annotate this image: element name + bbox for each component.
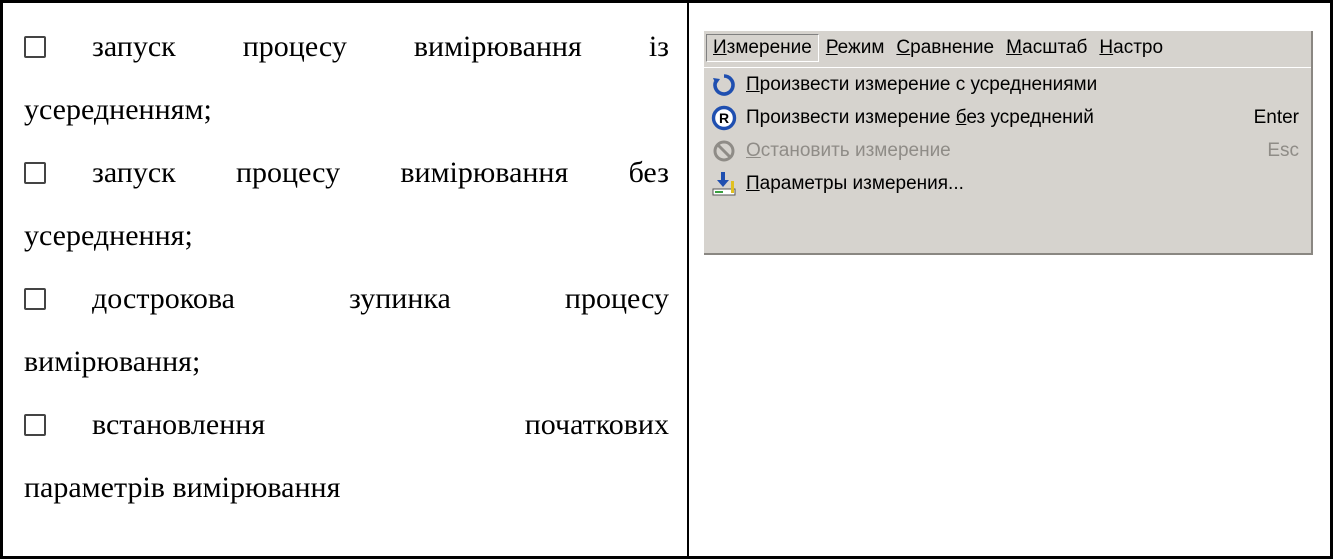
option-text: усереднення; — [24, 219, 193, 252]
option-text: зупинка — [349, 282, 451, 315]
answer-table: запуск процесу вимірювання із усередненн… — [0, 0, 1333, 559]
menu-screenshot-cell: Измерение Режим Сравнение Масштаб Настро… — [689, 3, 1330, 556]
menu-item-stop[interactable]: Остановить измерение Esc — [704, 134, 1311, 167]
menu-mode[interactable]: Режим — [821, 34, 890, 62]
checkbox[interactable] — [24, 162, 46, 184]
option-text: із — [648, 30, 669, 63]
option-no-average: запуск процесу вимірювання без усереднен… — [24, 151, 669, 258]
option-text: вимірювання — [413, 30, 582, 63]
option-parameters: встановлення початкових параметрів вимір… — [24, 403, 669, 510]
menu-screenshot: Измерение Режим Сравнение Масштаб Настро… — [704, 31, 1313, 255]
option-text: усередненням; — [24, 93, 212, 126]
option-text: встановлення — [92, 408, 266, 441]
option-text: без — [628, 156, 669, 189]
option-text: процесу — [564, 282, 669, 315]
menu-item-parameters[interactable]: Параметры измерения... — [704, 167, 1311, 200]
stop-icon — [710, 137, 738, 165]
checkbox[interactable] — [24, 36, 46, 58]
menu-item-measure-no-average[interactable]: R Произвести измерение без усреднений En… — [704, 101, 1311, 134]
parameters-icon — [710, 170, 738, 198]
option-text: початкових — [524, 408, 669, 441]
option-text: запуск — [92, 30, 176, 63]
measurement-dropdown: Произвести измерение с усреднениями R Пр… — [704, 67, 1311, 254]
option-text: дострокова — [92, 282, 235, 315]
option-text: вимірювання; — [24, 345, 201, 378]
option-text: процесу — [242, 30, 347, 63]
refresh-icon — [710, 71, 738, 99]
svg-text:R: R — [719, 110, 729, 126]
menu-compare[interactable]: Сравнение — [891, 34, 999, 62]
checkbox[interactable] — [24, 288, 46, 310]
option-text: вимірювання — [400, 156, 569, 189]
option-average: запуск процесу вимірювання із усередненн… — [24, 25, 669, 132]
menu-item-measure-average[interactable]: Произвести измерение с усреднениями — [704, 68, 1311, 101]
option-text: параметрів вимірювання — [24, 471, 341, 504]
checkbox[interactable] — [24, 414, 46, 436]
menu-settings[interactable]: Настро — [1094, 34, 1168, 62]
option-text: процесу — [235, 156, 341, 189]
option-stop: дострокова зупинка процесу вимірювання; — [24, 277, 669, 384]
menu-scale[interactable]: Масштаб — [1001, 34, 1092, 62]
registered-icon: R — [710, 104, 738, 132]
menu-measurement[interactable]: Измерение — [706, 34, 819, 62]
menubar: Измерение Режим Сравнение Масштаб Настро — [704, 31, 1311, 65]
option-text: запуск — [92, 156, 176, 189]
options-cell: запуск процесу вимірювання із усередненн… — [3, 3, 689, 556]
